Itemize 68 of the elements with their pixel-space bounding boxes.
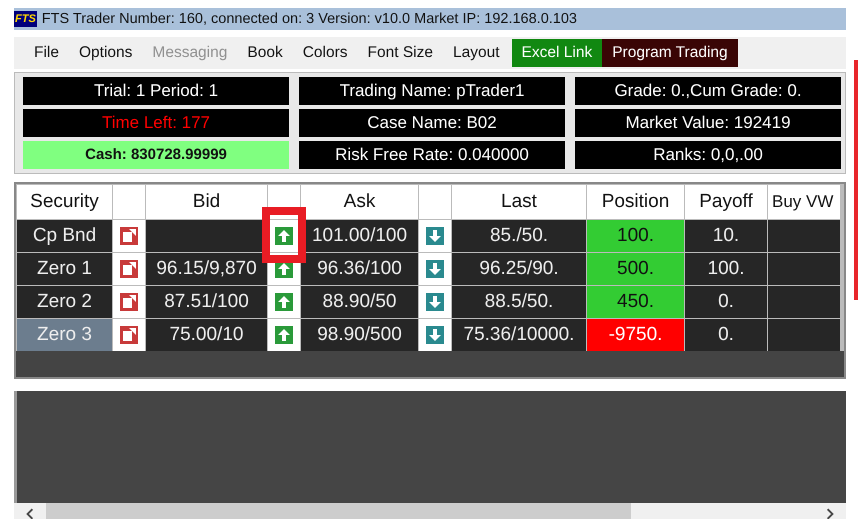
sell-order-icon[interactable] xyxy=(120,293,138,311)
ask-cell: 96.36/100 xyxy=(301,253,418,285)
security-cell[interactable]: Cp Bnd xyxy=(17,220,112,252)
down-arrow-icon[interactable] xyxy=(426,227,444,245)
menu-item[interactable]: Program Trading xyxy=(602,39,738,67)
menu-item[interactable]: File xyxy=(24,39,69,67)
menu-item[interactable]: Excel Link xyxy=(512,39,602,67)
column-header: Last xyxy=(452,185,586,219)
ask-cell: 88.90/50 xyxy=(301,286,418,318)
bid-cell: 96.15/9,870 xyxy=(146,253,267,285)
scroll-left-icon[interactable] xyxy=(24,508,36,519)
payoff-cell: 100. xyxy=(685,253,767,285)
last-cell: 88.5/50. xyxy=(452,286,586,318)
info-cell: Market Value: 192419 xyxy=(575,109,841,137)
column-header: Ask xyxy=(301,185,418,219)
down-arrow-icon[interactable] xyxy=(426,260,444,278)
sell-order-icon[interactable] xyxy=(120,227,138,245)
table-cell xyxy=(768,286,840,318)
security-cell[interactable]: Zero 3 xyxy=(17,319,112,351)
horizontal-scrollbar[interactable] xyxy=(14,503,846,519)
up-arrow-icon[interactable] xyxy=(275,326,293,344)
menu-item[interactable]: Options xyxy=(68,39,142,67)
menu-item[interactable]: Font Size xyxy=(358,39,443,67)
bid-cell: 75.00/10 xyxy=(146,319,267,351)
position-cell: -9750. xyxy=(587,319,684,351)
column-header: Security xyxy=(17,185,112,219)
info-cell: Risk Free Rate: 0.040000 xyxy=(299,141,565,169)
info-cell: Cash: 830728.99999 xyxy=(23,141,289,169)
column-header: Payoff xyxy=(685,185,767,219)
up-arrow-icon[interactable] xyxy=(275,293,293,311)
info-cell: Grade: 0.,Cum Grade: 0. xyxy=(575,77,841,105)
position-cell: 500. xyxy=(587,253,684,285)
info-cell: Case Name: B02 xyxy=(299,109,565,137)
ask-cell: 98.90/500 xyxy=(301,319,418,351)
table-cell xyxy=(768,253,840,285)
column-header: Position xyxy=(587,185,684,219)
app-logo: FTS xyxy=(14,11,37,27)
payoff-cell: 0. xyxy=(685,319,767,351)
last-cell: 85./50. xyxy=(452,220,586,252)
sell-order-icon[interactable] xyxy=(120,326,138,344)
down-arrow-icon[interactable] xyxy=(426,293,444,311)
menu-item[interactable]: Book xyxy=(237,39,293,67)
table-cell xyxy=(768,319,840,351)
info-cell: Time Left: 177 xyxy=(23,109,289,137)
info-cell: Trading Name: pTrader1 xyxy=(299,77,565,105)
column-header: Bid xyxy=(146,185,267,219)
payoff-cell: 0. xyxy=(685,286,767,318)
bid-cell: 87.51/100 xyxy=(146,286,267,318)
info-cell: Ranks: 0,0,.00 xyxy=(575,141,841,169)
position-cell: 100. xyxy=(587,220,684,252)
window-title: FTS Trader Number: 160, connected on: 3 Version: v10.0 Market IP: 192.168.0.103 xyxy=(42,11,577,27)
last-cell: 75.36/10000. xyxy=(452,319,586,351)
menu-item[interactable]: Colors xyxy=(292,39,358,67)
scroll-right-icon[interactable] xyxy=(824,508,836,519)
up-arrow-icon[interactable] xyxy=(275,227,293,245)
security-cell[interactable]: Zero 2 xyxy=(17,286,112,318)
table-cell xyxy=(768,220,840,252)
highlight-box xyxy=(262,207,306,263)
info-cell: Trial: 1 Period: 1 xyxy=(23,77,289,105)
position-cell: 450. xyxy=(587,286,684,318)
menu-item[interactable]: Layout xyxy=(443,39,510,67)
security-cell[interactable]: Zero 1 xyxy=(17,253,112,285)
down-arrow-icon[interactable] xyxy=(426,326,444,344)
last-cell: 96.25/90. xyxy=(452,253,586,285)
scrollbar-thumb[interactable] xyxy=(46,503,631,519)
payoff-cell: 10. xyxy=(685,220,767,252)
sell-order-icon[interactable] xyxy=(120,260,138,278)
column-header: Buy VW xyxy=(768,185,840,219)
